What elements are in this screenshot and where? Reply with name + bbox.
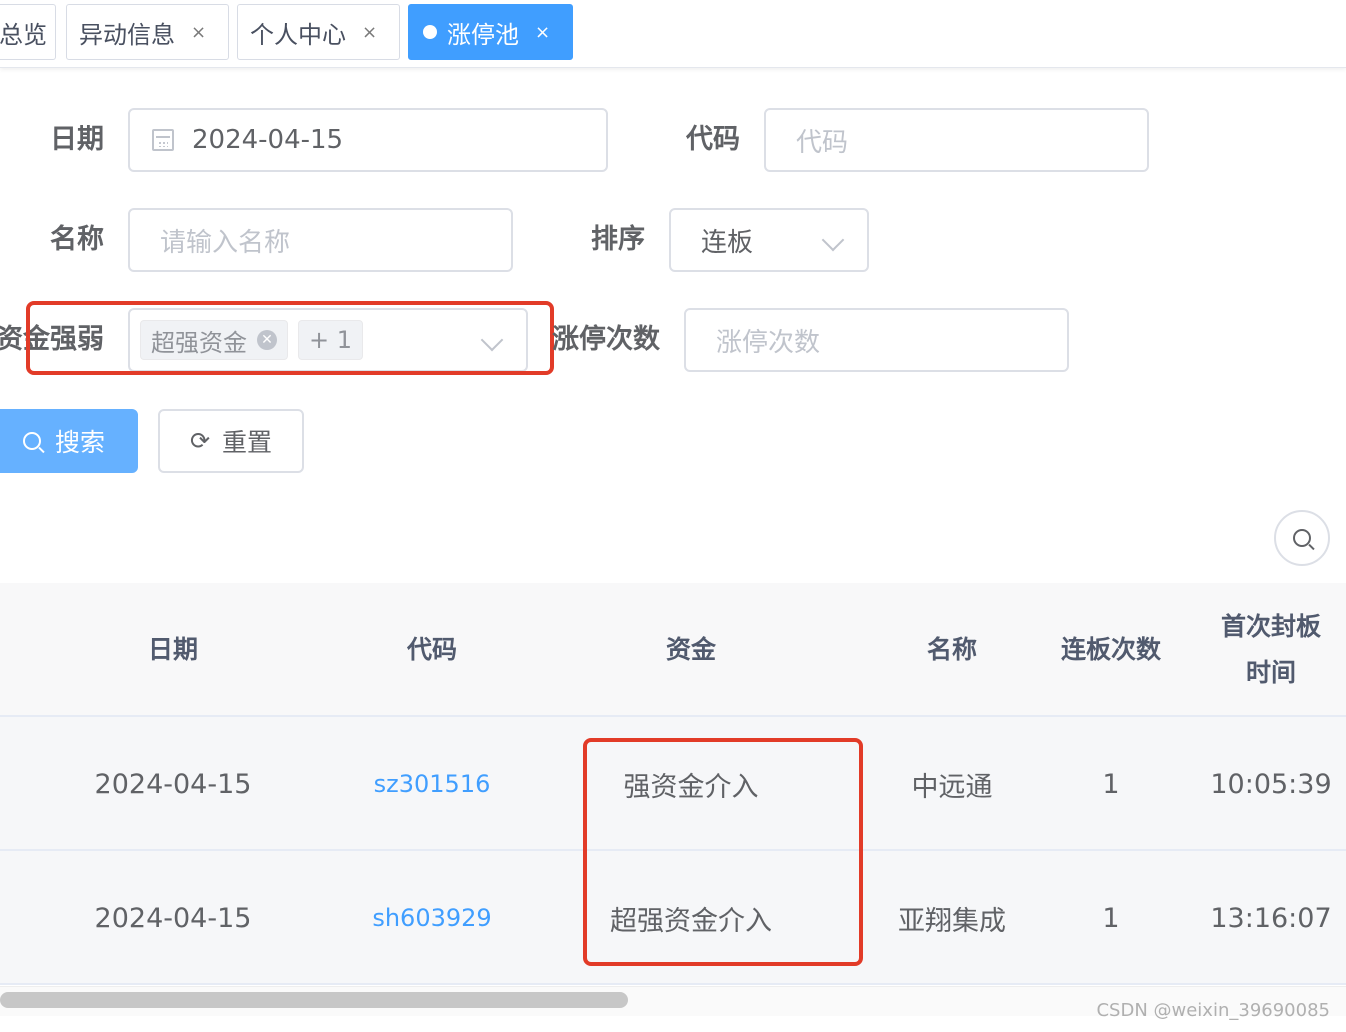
close-icon[interactable]: × <box>362 22 377 43</box>
name-placeholder: 请输入名称 <box>160 227 291 258</box>
col-header-capital: 资金 <box>665 635 716 664</box>
cell-code-link[interactable]: sz301516 <box>303 717 561 851</box>
close-icon[interactable]: × <box>191 22 206 43</box>
calendar-icon <box>152 129 174 151</box>
tab-label: 个人中心 <box>250 20 346 49</box>
date-value: 2024-04-15 <box>192 125 344 155</box>
col-header-boards: 连板次数 <box>1060 635 1161 664</box>
chevron-down-icon <box>821 228 845 252</box>
col-header-code: 代码 <box>406 635 457 664</box>
tab-overview[interactable]: 总览 <box>0 4 56 60</box>
tab-label: 总览 <box>0 20 47 49</box>
highlight-box-capital-column <box>583 738 863 966</box>
table-header: 日期 代码 资金 名称 连板次数 首次封板 时间 <box>0 583 1346 717</box>
search-icon <box>22 432 41 450</box>
limit-count-placeholder: 涨停次数 <box>716 327 821 358</box>
cell-first-time: 13:16:07 <box>1210 902 1332 934</box>
tab-label: 异动信息 <box>79 20 175 49</box>
reset-button-label: 重置 <box>222 428 273 457</box>
col-header-first-time: 首次封板 时间 <box>1220 612 1321 687</box>
search-button[interactable]: 搜索 <box>0 409 138 473</box>
sort-label: 排序 <box>591 224 645 255</box>
sort-value: 连板 <box>701 227 754 258</box>
reset-button[interactable]: ⟳ 重置 <box>158 409 304 473</box>
watermark-text: CSDN @weixin_39690085 <box>1096 1000 1330 1021</box>
cell-date: 2024-04-15 <box>94 768 252 800</box>
table-search-toggle-button[interactable] <box>1274 510 1330 566</box>
date-picker[interactable]: 2024-04-15 <box>128 108 608 172</box>
cell-boards: 1 <box>1102 902 1120 934</box>
code-label: 代码 <box>686 124 740 155</box>
refresh-icon: ⟳ <box>189 427 211 455</box>
limit-count-input[interactable]: 涨停次数 <box>684 308 1069 372</box>
highlight-box-filter <box>26 301 554 375</box>
limit-count-label: 涨停次数 <box>552 324 660 355</box>
sort-select[interactable]: 连板 <box>669 208 869 272</box>
code-placeholder: 代码 <box>796 127 849 158</box>
tab-limit-up-pool[interactable]: 涨停池 × <box>408 4 573 60</box>
tab-label: 涨停池 <box>447 20 519 49</box>
date-label: 日期 <box>50 124 104 155</box>
search-icon <box>1293 529 1311 547</box>
cell-code-link[interactable]: sh603929 <box>303 851 561 985</box>
tabs-bar: 总览 异动信息 × 个人中心 × 涨停池 × <box>0 0 1346 68</box>
horizontal-scrollbar-thumb[interactable] <box>0 992 628 1008</box>
code-input[interactable]: 代码 <box>764 108 1149 172</box>
search-button-label: 搜索 <box>54 428 105 457</box>
cell-first-time: 10:05:39 <box>1210 768 1332 800</box>
cell-date: 2024-04-15 <box>94 902 252 934</box>
name-input[interactable]: 请输入名称 <box>128 208 513 272</box>
tab-profile[interactable]: 个人中心 × <box>237 4 400 60</box>
tab-abnormal-info[interactable]: 异动信息 × <box>66 4 229 60</box>
cell-boards: 1 <box>1102 768 1120 800</box>
name-label: 名称 <box>50 224 104 255</box>
col-header-date: 日期 <box>147 635 198 664</box>
close-icon[interactable]: × <box>535 22 550 43</box>
